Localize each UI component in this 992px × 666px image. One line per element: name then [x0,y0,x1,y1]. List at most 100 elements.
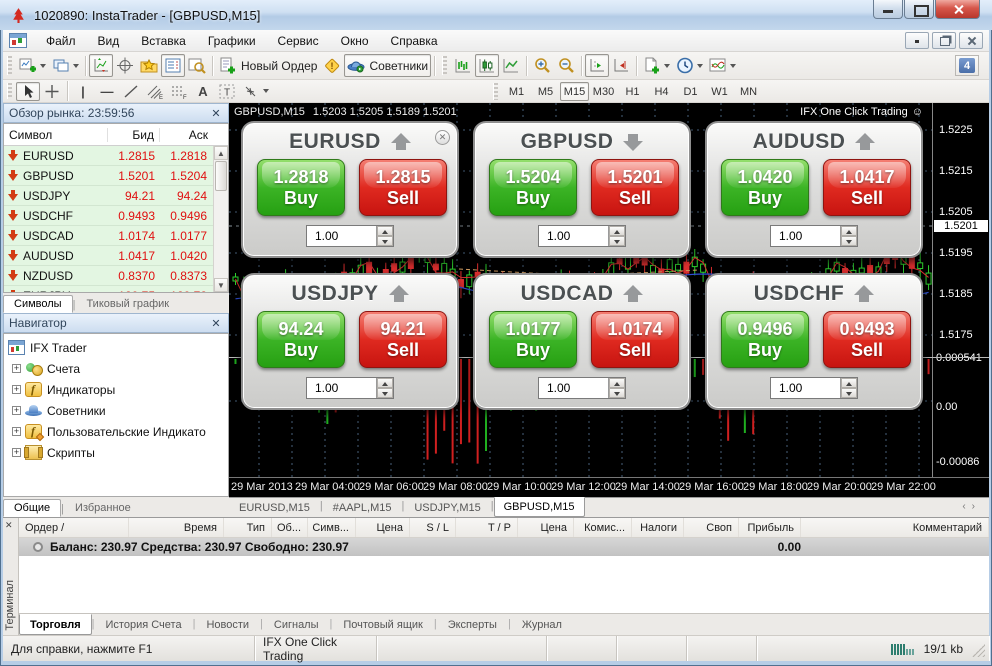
volume-spinner[interactable] [376,378,393,398]
timeframe-button[interactable]: M1 [502,82,531,101]
scroll-thumb[interactable] [215,161,227,191]
buy-button[interactable]: 1.0420 Buy [721,159,809,216]
chart-shift-button[interactable] [585,54,609,77]
market-watch-button[interactable] [161,54,185,77]
chart-tab[interactable]: EURUSD,M15 [229,498,320,517]
volume-spinner[interactable] [840,226,857,246]
volume-input[interactable]: 1.00 [538,225,626,247]
timeframe-button[interactable]: H1 [618,82,647,101]
market-row[interactable]: EURJPY120.75120.78 [4,286,213,292]
expand-icon[interactable]: + [12,448,21,457]
new-chart-button[interactable] [16,54,49,77]
scroll-up-icon[interactable]: ▲ [214,146,228,160]
mdi-close-button[interactable] [959,32,983,49]
terminal-column-header[interactable]: Время [129,518,224,537]
volume-spinner[interactable] [376,226,393,246]
navigator-root[interactable]: IFX Trader [8,337,228,358]
market-row[interactable]: USDJPY94.2194.24 [4,186,213,206]
timeframe-button[interactable]: W1 [705,82,734,101]
terminal-column-header[interactable]: Об... [272,518,308,537]
volume-spinner[interactable] [840,378,857,398]
menu-item[interactable]: Окно [330,31,380,51]
toolbar-grip[interactable] [442,56,447,75]
navigator-tab[interactable]: Общие [3,499,61,517]
menu-item[interactable]: Справка [380,31,449,51]
buy-button[interactable]: 94.24 Buy [257,311,345,368]
market-watch-tab[interactable]: Символы [3,295,73,313]
expand-icon[interactable]: + [12,364,21,373]
column-bid[interactable]: Бид [108,128,160,142]
toolbar-grip[interactable] [7,56,12,75]
terminal-column-header[interactable]: Цена [518,518,574,537]
navigator-item[interactable]: +Советники [8,400,228,421]
expert-advisors-button[interactable]: Советники [344,54,431,77]
terminal-tab[interactable]: Журнал [511,614,573,635]
expand-icon[interactable]: + [12,385,21,394]
expand-icon[interactable]: + [12,406,21,415]
terminal-tab[interactable]: Новости [195,614,260,635]
market-row[interactable]: USDCHF0.94930.9496 [4,206,213,226]
market-watch-tab[interactable]: Тиковый график [75,295,180,313]
terminal-tab[interactable]: Сигналы [263,614,330,635]
market-row[interactable]: NZDUSD0.83700.8373 [4,266,213,286]
chart-tab[interactable]: GBPUSD,M15 [494,497,585,517]
resize-grip[interactable] [972,644,985,657]
timeframe-button[interactable]: M30 [589,82,618,101]
buy-button[interactable]: 1.0177 Buy [489,311,577,368]
fibonacci-tool-button[interactable]: F [167,82,191,101]
market-row[interactable]: GBPUSD1.52011.5204 [4,166,213,186]
terminal-vertical-label[interactable]: Терминал [4,580,16,631]
mdi-restore-button[interactable] [932,32,956,49]
chart-tab[interactable]: #AAPL,M15 [323,498,402,517]
trendline-tool-button[interactable] [119,82,143,101]
terminal-column-header[interactable]: Комис... [574,518,632,537]
terminal-tab[interactable]: Эксперты [437,614,508,635]
indicators-button[interactable] [706,54,739,77]
templates-button[interactable] [640,54,673,77]
crosshair-tool-button[interactable] [40,82,64,101]
menu-item[interactable]: Вставка [130,31,197,51]
cursor-tool-button[interactable] [16,82,40,101]
market-row[interactable]: AUDUSD1.04171.0420 [4,246,213,266]
profiles-button[interactable] [49,54,82,77]
tab-scroll-arrows[interactable]: ‹› [954,498,989,515]
time-axis[interactable]: 29 Mar 201329 Mar 04:0029 Mar 06:0029 Ma… [229,477,989,497]
volume-input[interactable]: 1.00 [306,377,394,399]
column-symbol[interactable]: Символ [4,128,108,142]
sell-button[interactable]: 1.0174 Sell [591,311,679,368]
volume-input[interactable]: 1.00 [306,225,394,247]
terminal-column-header[interactable]: T / P [456,518,518,537]
maximize-button[interactable] [904,0,934,19]
expand-icon[interactable]: + [12,427,21,436]
volume-input[interactable]: 1.00 [770,225,858,247]
vertical-line-tool-button[interactable]: | [71,82,95,101]
data-window-button[interactable] [185,54,209,77]
column-ask[interactable]: Аск [160,128,213,142]
chart-tab[interactable]: USDJPY,M15 [404,498,490,517]
sell-button[interactable]: 1.0417 Sell [823,159,911,216]
terminal-close-icon[interactable]: ✕ [5,520,13,531]
terminal-column-header[interactable]: Тип [224,518,272,537]
menu-item[interactable]: Сервис [267,31,330,51]
timeframe-button[interactable]: MN [734,82,763,101]
chart-canvas[interactable]: 1.5201 1.52251.52151.52051.51951.51851.5… [229,103,989,477]
terminal-column-header[interactable]: Налоги [632,518,684,537]
equidistant-channel-tool-button[interactable]: E [143,82,167,101]
minimize-button[interactable] [873,0,903,19]
volume-input[interactable]: 1.00 [538,377,626,399]
volume-input[interactable]: 1.00 [770,377,858,399]
navigator-item[interactable]: +Счета [8,358,228,379]
navigator-tab[interactable]: Избранное [64,499,142,517]
market-watch-scrollbar[interactable]: ▲ ▼ [213,146,228,292]
terminal-tab[interactable]: История Счета [95,614,193,635]
volume-spinner[interactable] [608,226,625,246]
terminal-column-header[interactable]: Своп [684,518,739,537]
buy-button[interactable]: 1.2818 Buy [257,159,345,216]
new-order-button[interactable]: Новый Ордер [216,54,320,77]
navigator-item[interactable]: +Пользовательские Индикато [8,421,228,442]
mdi-minimize-button[interactable] [905,32,929,49]
sell-button[interactable]: 0.9493 Sell [823,311,911,368]
toolbar-grip[interactable] [493,83,498,99]
menu-item[interactable]: Вид [87,31,131,51]
line-chart-button[interactable] [499,54,523,77]
